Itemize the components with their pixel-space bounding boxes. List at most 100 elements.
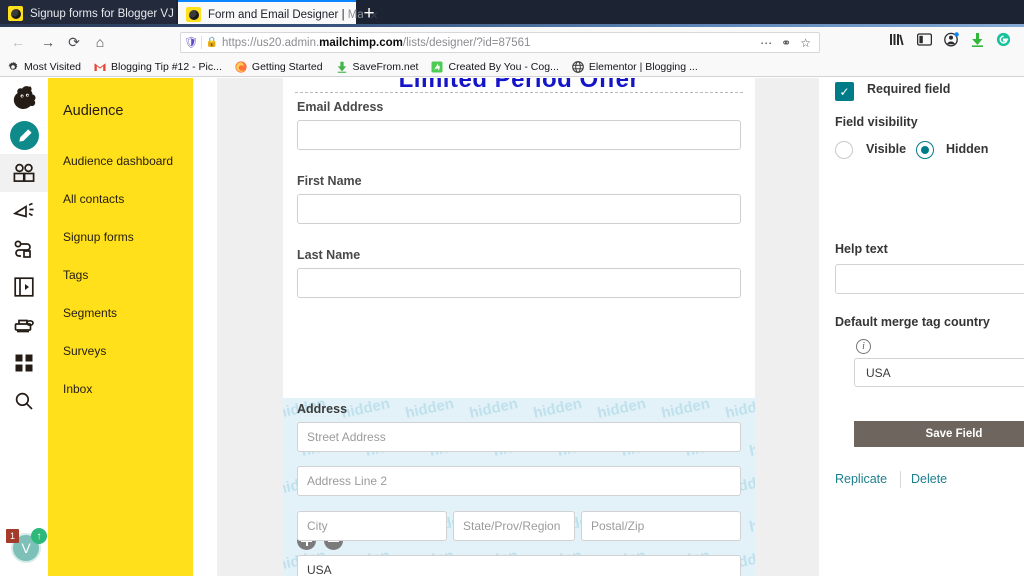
field-label: First Name [297, 174, 362, 188]
canvas-gutter-right [755, 78, 819, 576]
pocket-icon[interactable]: ⚭ [781, 36, 791, 50]
country-select-value: USA [866, 365, 891, 380]
sidebar-item-segments[interactable]: Segments [63, 306, 117, 320]
sidebar-item-website[interactable] [0, 306, 48, 344]
browser-tab-2[interactable]: Form and Email Designer | Mail × [178, 0, 378, 27]
form-field-address-hidden[interactable]: Address hidden hidden hidden hidden hidden hi… [283, 398, 755, 576]
form-hero-block[interactable]: Limited Period Offer [295, 78, 743, 93]
city-input[interactable]: City [297, 511, 447, 541]
required-field-checkbox[interactable]: ✓ [835, 82, 854, 101]
field-visibility-label: Field visibility [835, 115, 918, 129]
sidebar-item-all-contacts[interactable]: All contacts [63, 192, 124, 206]
page-actions-icon[interactable]: ⋯ [760, 36, 772, 50]
page-title: Audience [63, 103, 124, 119]
browser-tab-1[interactable]: Signup forms for Blogger VJ | M × [0, 0, 200, 27]
bookmark-savefrom[interactable]: SaveFrom.net [336, 61, 418, 73]
star-icon[interactable]: ☆ [800, 36, 811, 50]
hidden-watermark-text: hidden [467, 398, 520, 422]
link-divider [900, 471, 901, 488]
radio-visible[interactable] [835, 141, 853, 159]
mailchimp-app: V 1 ↑ Audience Audience dashboard All co… [0, 78, 1024, 576]
campaigns-megaphone-icon [13, 202, 34, 218]
back-button[interactable]: ← [6, 31, 30, 53]
bookmark-label: Most Visited [24, 60, 81, 73]
gear-icon [8, 61, 18, 70]
first-name-input[interactable] [297, 194, 741, 224]
audience-icon [13, 163, 35, 182]
reload-button[interactable]: ⟳ [62, 31, 86, 53]
bookmark-getting-started[interactable]: Getting Started [235, 61, 323, 73]
save-field-button[interactable]: Save Field [854, 421, 1024, 447]
account-icon[interactable] [944, 32, 959, 49]
user-avatar-area[interactable]: V 1 ↑ [6, 528, 47, 568]
tab-title: Form and Email Designer | Mail [208, 8, 363, 21]
firefox-icon [235, 60, 247, 73]
gmail-icon [94, 62, 106, 71]
automations-icon [14, 240, 31, 258]
address-line-2-input[interactable]: Address Line 2 [297, 466, 741, 496]
sidebar-item-search[interactable] [0, 382, 48, 420]
website-icon [14, 319, 34, 333]
sidebar-item-audience-dashboard[interactable]: Audience dashboard [63, 154, 173, 168]
hidden-watermark-text: hidden [595, 398, 648, 422]
bookmarks-bar: Most Visited Blogging Tip #12 - Pic... G… [0, 57, 1024, 77]
hidden-watermark-text: hidden [747, 509, 755, 536]
sidebar-item-tags[interactable]: Tags [63, 268, 88, 282]
forward-button[interactable]: → [36, 31, 60, 53]
tab-title: Signup forms for Blogger VJ | M [30, 7, 185, 20]
search-icon [15, 392, 33, 410]
delete-link[interactable]: Delete [911, 472, 947, 486]
postal-zip-input[interactable]: Postal/Zip [581, 511, 741, 541]
sidebar-item-surveys[interactable]: Surveys [63, 344, 106, 358]
street-address-input[interactable]: Street Address [297, 422, 741, 452]
shield-icon[interactable]: 🛡 [181, 36, 201, 49]
download-arrow-icon [337, 61, 346, 73]
sidebar-item-content[interactable] [0, 268, 48, 306]
notification-badge[interactable]: 1 [6, 529, 19, 543]
email-input[interactable] [297, 120, 741, 150]
state-input[interactable]: State/Prov/Region [453, 511, 575, 541]
library-icon[interactable] [890, 33, 905, 48]
last-name-input[interactable] [297, 268, 741, 298]
grammarly-icon[interactable] [996, 32, 1011, 49]
bookmark-elementor[interactable]: Elementor | Blogging ... [571, 60, 698, 73]
hidden-watermark-text: hidden [403, 398, 456, 422]
bookmark-label: Elementor | Blogging ... [588, 60, 698, 73]
bookmark-most-visited[interactable]: Most Visited [7, 61, 81, 73]
browser-tabstrip: Signup forms for Blogger VJ | M × Form a… [0, 0, 1024, 27]
upgrade-arrow-icon[interactable]: ↑ [31, 528, 47, 544]
sidebar-item-inbox[interactable]: Inbox [63, 382, 92, 396]
url-text: https://us20.admin.mailchimp.com/lists/d… [222, 36, 531, 49]
create-button[interactable] [10, 121, 39, 150]
help-text-input[interactable] [835, 264, 1024, 294]
app-icon-rail: V 1 ↑ [0, 78, 48, 576]
hidden-watermark-text: hidden [339, 398, 392, 422]
country-select[interactable]: USA [854, 358, 1024, 387]
pencil-icon [18, 128, 32, 142]
content-studio-icon [14, 277, 34, 297]
sidebar-item-automations[interactable] [0, 230, 48, 268]
url-bar[interactable]: 🛡 🔒 https://us20.admin.mailchimp.com/lis… [180, 32, 820, 53]
sidebar-item-integrations[interactable] [0, 344, 48, 382]
sidebar-icon[interactable] [916, 33, 933, 48]
canvas-gutter-left [217, 78, 283, 576]
form-field-last-name: Last Name [297, 248, 741, 298]
bookmark-created-by-you[interactable]: Created By You - Cog... [431, 60, 559, 73]
country-input[interactable]: USA [297, 555, 741, 576]
home-button[interactable]: ⌂ [88, 31, 112, 53]
hidden-watermark-text: hidden [531, 398, 584, 422]
hidden-watermark-text: hidden [659, 398, 712, 422]
downloads-icon[interactable] [971, 32, 984, 49]
bookmark-label: Created By You - Cog... [448, 60, 559, 73]
replicate-link[interactable]: Replicate [835, 472, 887, 486]
mailchimp-logo-icon[interactable] [8, 82, 41, 115]
sidebar-item-signup-forms[interactable]: Signup forms [63, 230, 134, 244]
sidebar-item-audience[interactable] [0, 154, 48, 192]
radio-hidden[interactable] [916, 141, 934, 159]
new-tab-button[interactable]: + [358, 3, 380, 25]
sidebar-item-campaigns[interactable] [0, 192, 48, 230]
lock-icon[interactable]: 🔒 [202, 37, 222, 48]
info-icon[interactable]: i [856, 339, 871, 354]
bookmark-blogging-tip[interactable]: Blogging Tip #12 - Pic... [94, 61, 222, 73]
hidden-watermark-text: hidden [747, 433, 755, 460]
